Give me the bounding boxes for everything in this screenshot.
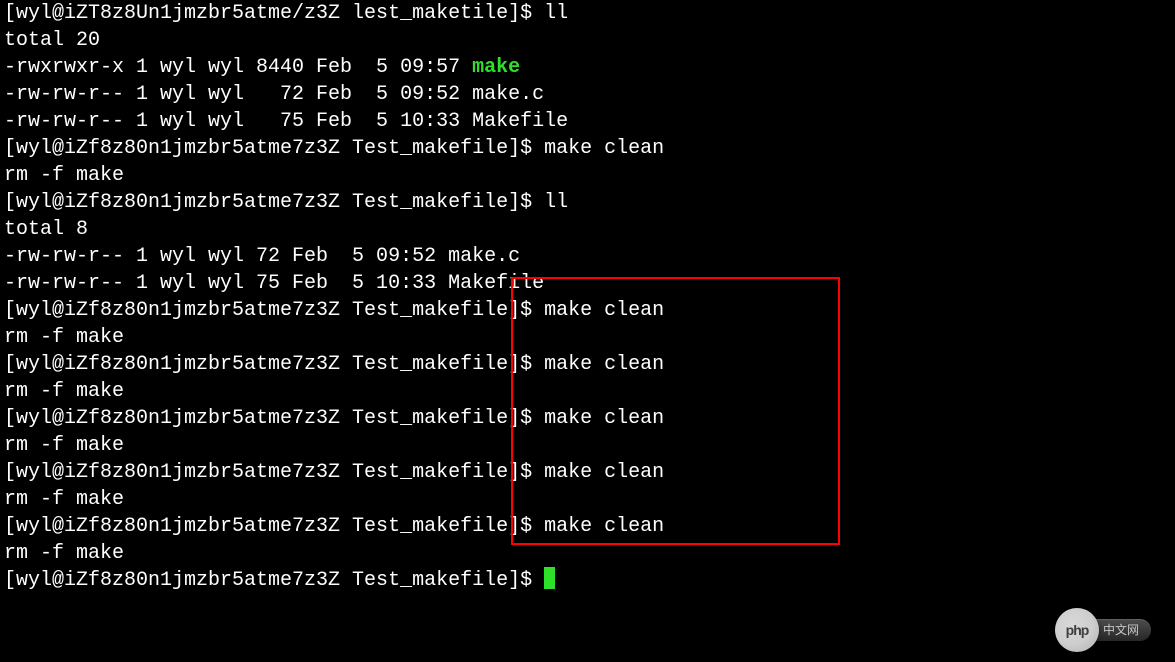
terminal-text: [wyl@iZf8z80n1jmzbr5atme7z3Z Test_makefi… (4, 407, 664, 430)
terminal-text: [wyl@iZf8z80n1jmzbr5atme7z3Z Test_makefi… (4, 191, 568, 214)
terminal-line: -rwxrwxr-x 1 wyl wyl 8440 Feb 5 09:57 ma… (4, 54, 1175, 81)
terminal-line: -rw-rw-r-- 1 wyl wyl 75 Feb 5 10:33 Make… (4, 108, 1175, 135)
cursor-icon (544, 567, 555, 589)
executable-file-name: make (472, 56, 520, 79)
terminal-line: -rw-rw-r-- 1 wyl wyl 75 Feb 5 10:33 Make… (4, 270, 1175, 297)
terminal-text: [wyl@iZf8z80n1jmzbr5atme7z3Z Test_makefi… (4, 137, 664, 160)
terminal-line: [wyl@iZf8z80n1jmzbr5atme7z3Z Test_makefi… (4, 459, 1175, 486)
watermark-label: 中文网 (1103, 617, 1139, 644)
terminal-text: [wyl@iZf8z80n1jmzbr5atme7z3Z Test_makefi… (4, 353, 664, 376)
watermark-logo: php (1055, 608, 1099, 652)
terminal-text: -rw-rw-r-- 1 wyl wyl 75 Feb 5 10:33 Make… (4, 110, 568, 133)
terminal-line: [wyl@iZf8z80n1jmzbr5atme7z3Z Test_makefi… (4, 351, 1175, 378)
terminal-text: [wyl@iZT8z8Un1jmzbr5atme/z3Z lest_maketi… (4, 2, 568, 25)
terminal-text: rm -f make (4, 326, 124, 349)
terminal-text: -rw-rw-r-- 1 wyl wyl 75 Feb 5 10:33 Make… (4, 272, 544, 295)
terminal-text: -rwxrwxr-x 1 wyl wyl 8440 Feb 5 09:57 (4, 56, 472, 79)
terminal-line: rm -f make (4, 324, 1175, 351)
terminal-text: [wyl@iZf8z80n1jmzbr5atme7z3Z Test_makefi… (4, 461, 664, 484)
terminal-text: -rw-rw-r-- 1 wyl wyl 72 Feb 5 09:52 make… (4, 83, 544, 106)
terminal-line: [wyl@iZf8z80n1jmzbr5atme7z3Z Test_makefi… (4, 297, 1175, 324)
terminal-text: rm -f make (4, 488, 124, 511)
terminal-line: rm -f make (4, 540, 1175, 567)
terminal-line: rm -f make (4, 486, 1175, 513)
terminal-line: -rw-rw-r-- 1 wyl wyl 72 Feb 5 09:52 make… (4, 81, 1175, 108)
terminal-text: [wyl@iZf8z80n1jmzbr5atme7z3Z Test_makefi… (4, 515, 664, 538)
terminal-text: rm -f make (4, 542, 124, 565)
terminal-line: [wyl@iZf8z80n1jmzbr5atme7z3Z Test_makefi… (4, 135, 1175, 162)
terminal-text: rm -f make (4, 164, 124, 187)
terminal-text: -rw-rw-r-- 1 wyl wyl 72 Feb 5 09:52 make… (4, 245, 520, 268)
watermark: php 中文网 (1055, 608, 1165, 652)
terminal-line: rm -f make (4, 378, 1175, 405)
terminal-text: [wyl@iZf8z80n1jmzbr5atme7z3Z Test_makefi… (4, 569, 544, 592)
terminal-text: total 20 (4, 29, 100, 52)
terminal-line: [wyl@iZf8z80n1jmzbr5atme7z3Z Test_makefi… (4, 189, 1175, 216)
terminal-output[interactable]: [wyl@iZT8z8Un1jmzbr5atme/z3Z lest_maketi… (4, 0, 1175, 594)
terminal-line: [wyl@iZT8z8Un1jmzbr5atme/z3Z lest_maketi… (4, 0, 1175, 27)
terminal-text: rm -f make (4, 434, 124, 457)
terminal-line: -rw-rw-r-- 1 wyl wyl 72 Feb 5 09:52 make… (4, 243, 1175, 270)
terminal-line: [wyl@iZf8z80n1jmzbr5atme7z3Z Test_makefi… (4, 405, 1175, 432)
terminal-line: total 8 (4, 216, 1175, 243)
terminal-line: rm -f make (4, 432, 1175, 459)
terminal-line: [wyl@iZf8z80n1jmzbr5atme7z3Z Test_makefi… (4, 513, 1175, 540)
terminal-text: [wyl@iZf8z80n1jmzbr5atme7z3Z Test_makefi… (4, 299, 664, 322)
terminal-text: total 8 (4, 218, 88, 241)
terminal-line: [wyl@iZf8z80n1jmzbr5atme7z3Z Test_makefi… (4, 567, 1175, 594)
terminal-text: rm -f make (4, 380, 124, 403)
terminal-line: total 20 (4, 27, 1175, 54)
watermark-logo-text: php (1066, 617, 1089, 644)
terminal-line: rm -f make (4, 162, 1175, 189)
